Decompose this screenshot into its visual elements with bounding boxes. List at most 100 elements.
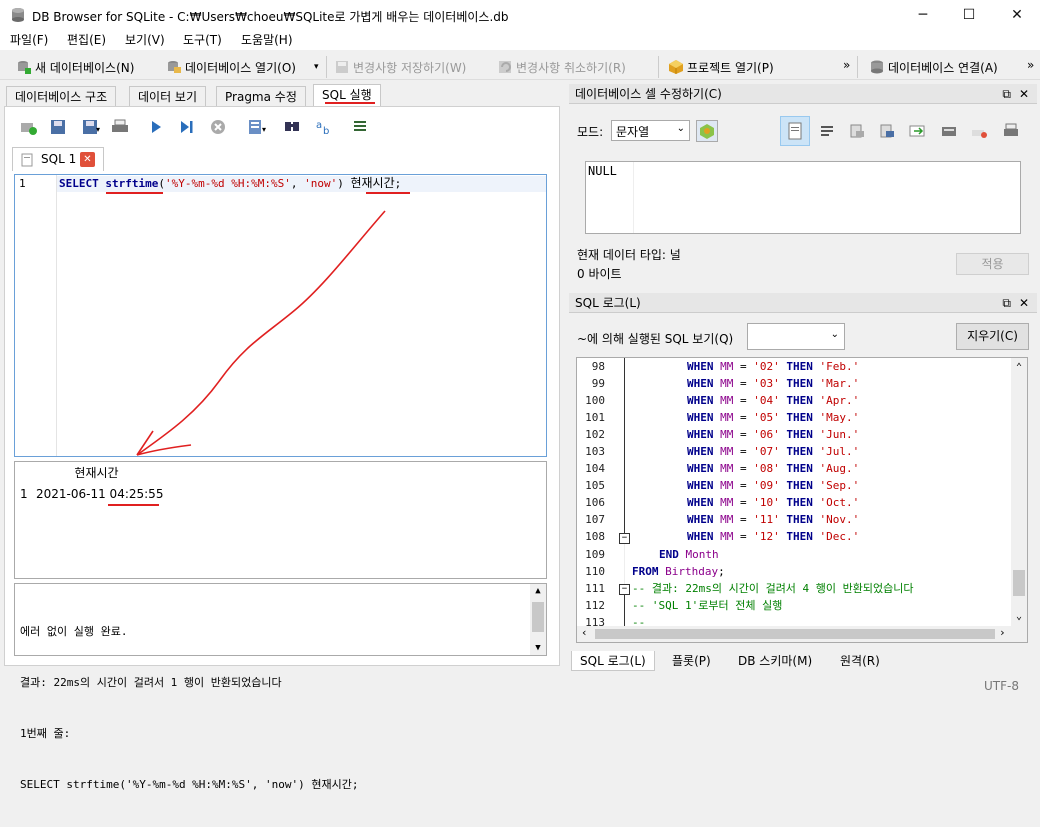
print-icon[interactable] [110,117,132,139]
sql-keyword: THEN [786,496,813,509]
tab-browse-data[interactable]: 데이터 보기 [129,86,207,106]
close-tab-icon[interactable]: ✕ [80,152,95,167]
results-grid[interactable]: 현재시간 1 2021-06-11 04:25:55 [14,461,547,579]
data-type-label: 현재 데이터 타입: 널 [577,248,681,262]
set-binary-icon[interactable] [940,122,958,143]
svg-text:b: b [323,126,329,137]
horizontal-scrollbar[interactable]: ‹ › [577,626,1027,642]
write-changes-button[interactable]: 변경사항 저장하기(W) [334,57,466,77]
row-header-column [15,462,33,578]
cell-value-editor[interactable]: NULL [585,161,1021,234]
sql-alias: 현재시간 [350,176,395,190]
tab-db-schema[interactable]: DB 스키마(M) [730,651,820,671]
toolbar-overflow[interactable]: » [1027,58,1034,72]
tab-database-structure[interactable]: 데이터베이스 구조 [6,86,117,106]
code-line: WHEN MM = '02' THEN 'Feb.' [687,358,859,375]
menu-edit[interactable]: 편집(E) [67,31,106,48]
save-icon [334,59,350,75]
result-cell[interactable]: 2021-06-11 04:25:55 [33,484,163,504]
sql-semicolon: ; [718,565,725,578]
attach-database-button[interactable]: 데이터베이스 연결(A) [869,57,998,77]
open-sql-file-icon[interactable] [48,117,70,139]
execute-all-icon[interactable] [146,117,168,139]
import-icon[interactable] [848,122,866,143]
sql-keyword: WHEN [687,377,714,390]
row-number: 1 [20,487,28,501]
set-null-icon[interactable] [908,122,926,143]
line-number: 112 [585,599,605,612]
sql-log-editor[interactable]: 98 WHEN MM = '02' THEN 'Feb.' 99 WHEN MM = … [576,357,1028,643]
open-project-button[interactable]: 프로젝트 열기(P) [668,57,774,77]
code-line: WHEN MM = '07' THEN 'Jul.' [687,443,859,460]
menu-view[interactable]: 보기(V) [125,31,165,48]
close-icon[interactable]: ✕ [1019,84,1029,104]
fold-marker-icon[interactable]: − [619,533,630,544]
menu-file[interactable]: 파일(F) [10,31,48,48]
stop-execution-icon[interactable] [208,117,230,139]
comment-lines-icon[interactable] [350,117,372,139]
minimize-button[interactable]: ─ [900,0,946,30]
code-line: WHEN MM = '08' THEN 'Aug.' [687,460,859,477]
chevron-down-icon[interactable]: ▾ [314,62,319,72]
sql-keyword: WHEN [687,530,714,543]
fold-marker-icon[interactable]: − [619,584,630,595]
vertical-scrollbar[interactable]: ⌃ ⌄ [1011,358,1027,626]
chevron-down-icon: ⌄ [676,123,685,134]
log-filter-select[interactable]: ⌄ [747,323,845,350]
sql-editor-tab[interactable]: SQL 1 ✕ [12,147,104,171]
column-header[interactable]: 현재시간 [33,462,160,484]
open-database-icon [166,59,182,75]
code-line: FROM Birthday; [632,563,725,580]
message-text: 에러 없이 실행 완료. 결과: 22ms의 시간이 걸려서 1 행이 반환되었… [20,589,359,827]
open-tab-icon[interactable] [18,117,40,139]
execution-message-box[interactable]: 에러 없이 실행 완료. 결과: 22ms의 시간이 걸려서 1 행이 반환되었… [14,583,547,791]
sql-string: '04' [753,394,780,407]
print-icon[interactable] [1002,122,1020,143]
text-mode-icon[interactable] [780,116,810,146]
tab-plot[interactable]: 플롯(P) [664,651,719,671]
sql-comma: , [290,177,305,190]
sql-string: 'Feb.' [819,360,860,373]
toolbar-overflow[interactable]: » [843,58,850,72]
execute-current-line-icon[interactable] [176,117,198,139]
save-results-icon[interactable]: ▾ [246,117,268,139]
data-size-label: 0 바이트 [577,267,622,281]
mode-select[interactable]: 문자열 ⌄ [611,120,690,141]
clear-log-button[interactable]: 지우기(C) [956,323,1029,350]
menu-tools[interactable]: 도구(T) [183,31,222,48]
close-icon[interactable]: ✕ [1019,293,1029,313]
code-line: END Month [659,546,719,563]
auto-format-icon[interactable] [696,120,718,142]
open-database-button[interactable]: 데이터베이스 열기(O) [166,57,296,77]
sql-keyword: THEN [786,377,813,390]
float-icon[interactable]: ⧉ [1002,293,1011,313]
menu-help[interactable]: 도움말(H) [241,31,293,48]
float-icon[interactable]: ⧉ [1002,84,1011,104]
sql-function: strftime [105,177,159,190]
new-database-button[interactable]: 새 데이터베이스(N) [16,57,134,77]
annotation-underline [106,192,163,194]
tab-remote[interactable]: 원격(R) [832,651,888,671]
sql-identifier: MM [720,462,734,475]
sql-keyword: WHEN [687,360,714,373]
apply-button[interactable]: 적용 [956,253,1029,275]
tab-edit-pragmas[interactable]: Pragma 수정 [216,86,306,106]
sql-identifier: Birthday [665,565,719,578]
export-icon[interactable] [878,122,896,143]
scrollbar[interactable]: ▲ ▼ [530,584,546,655]
cell-editor-header: 데이터베이스 셀 수정하기(C) ⧉ ✕ [569,84,1037,104]
maximize-button[interactable]: ☐ [946,0,992,30]
sql-string: '%Y-%m-%d %H:%M:%S' [164,177,291,190]
save-sql-file-icon[interactable]: ▾ [80,117,102,139]
find-icon[interactable] [282,117,304,139]
sql-string: 'Oct.' [819,496,860,509]
clear-icon[interactable] [970,122,988,143]
sql-operator: = [733,394,754,407]
sql-string: '06' [753,428,780,441]
word-wrap-icon[interactable] [818,122,836,143]
revert-changes-button[interactable]: 변경사항 취소하기(R) [497,57,626,77]
close-button[interactable]: ✕ [994,0,1040,30]
find-replace-icon[interactable]: ab [314,117,336,139]
tab-sql-log[interactable]: SQL 로그(L) [571,651,655,671]
sql-string: 'now' [304,177,338,190]
